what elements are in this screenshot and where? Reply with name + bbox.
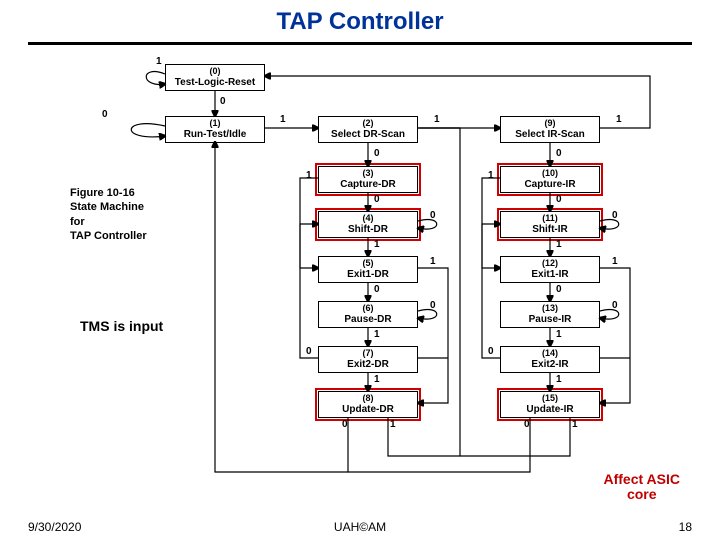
note-affect-line: core (627, 486, 657, 502)
state-diagram: (0) Test-Logic-Reset (1) Run-Test/Idle (… (60, 56, 670, 486)
slide: TAP Controller Figure 10-16 State Machin… (0, 0, 720, 540)
diagram-connectors (60, 56, 670, 486)
footer-page: 18 (679, 520, 692, 534)
title-rule (28, 42, 692, 45)
slide-title: TAP Controller (0, 8, 720, 36)
footer-center: UAH©AM (0, 520, 720, 534)
